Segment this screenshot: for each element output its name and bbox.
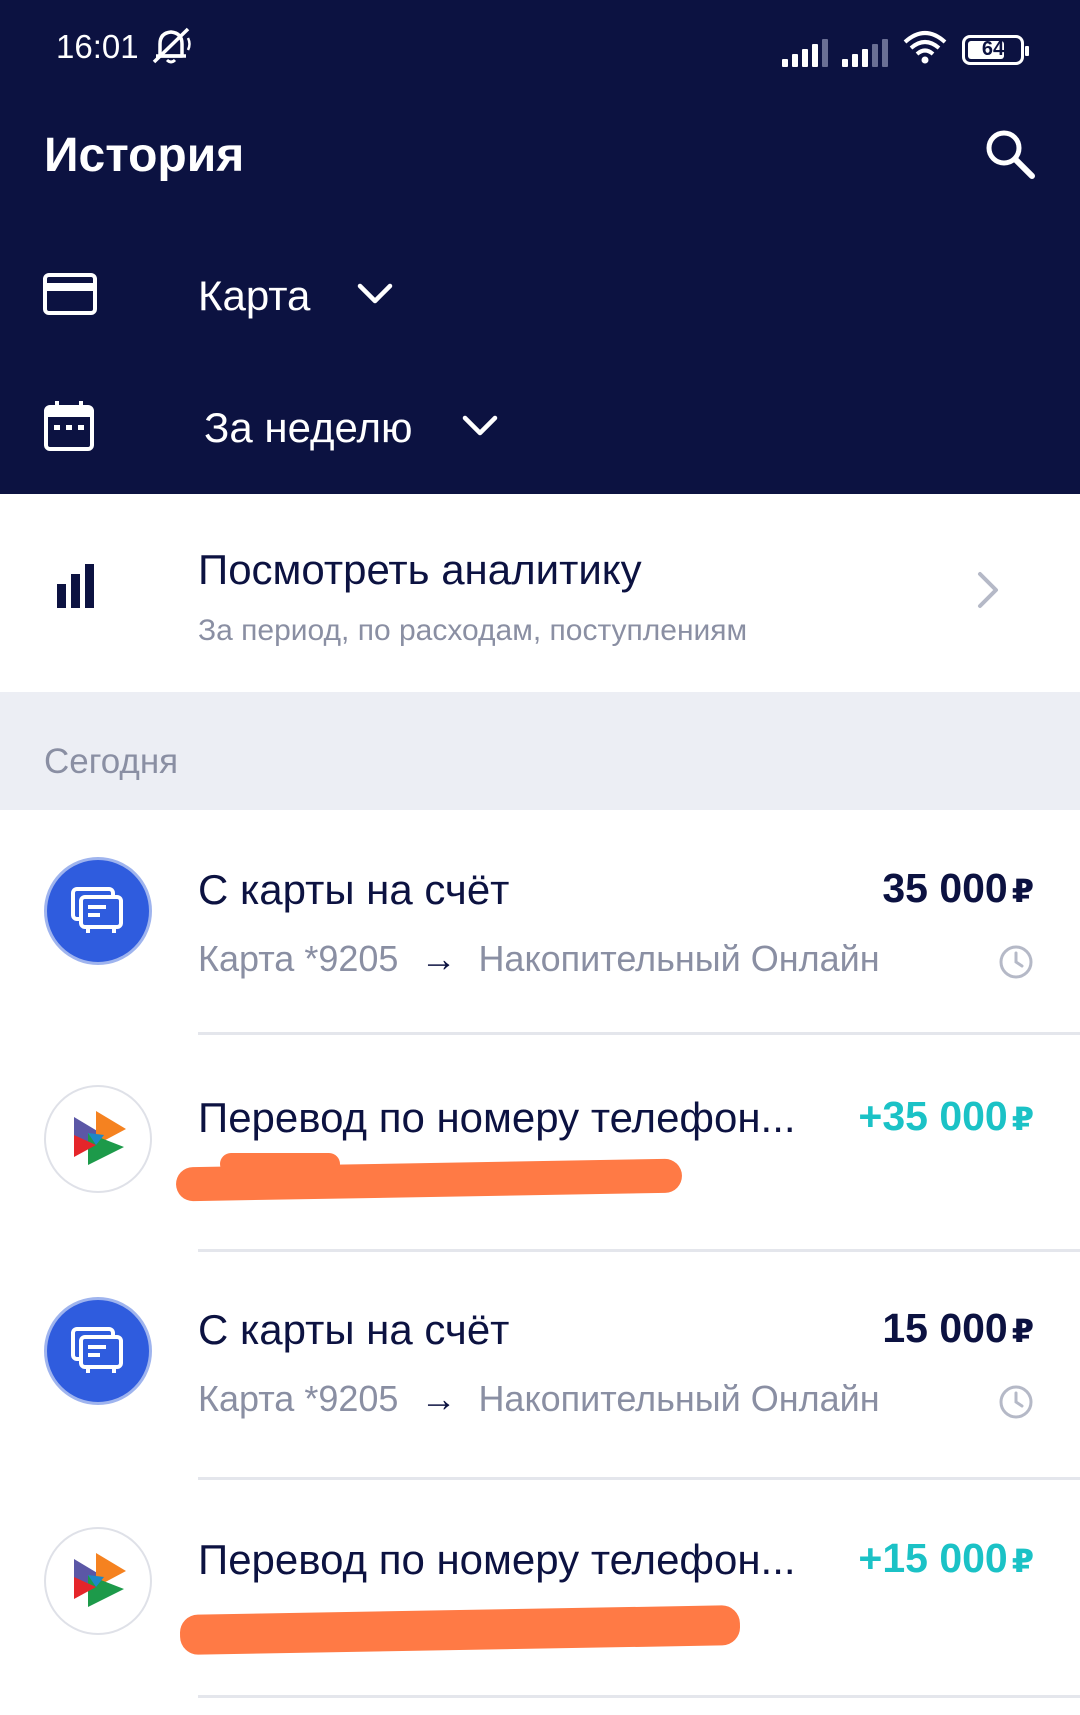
battery-level: 64: [981, 38, 1005, 60]
transaction-item[interactable]: Перевод по номеру телефон... +35 000 ₽: [0, 1035, 1080, 1260]
chevron-down-icon: [461, 414, 499, 443]
search-icon: [986, 130, 1035, 179]
transaction-amount: 35 000 ₽: [882, 865, 1034, 911]
clock-icon: [998, 1384, 1034, 1425]
transaction-amount: 15 000 ₽: [882, 1305, 1034, 1351]
transaction-from: Карта *9205: [198, 1378, 399, 1419]
analytics-subtitle: За период, по расходам, поступлениям: [198, 614, 748, 647]
page-title: История: [44, 129, 245, 182]
transaction-from: Карта *9205: [198, 938, 399, 979]
period-filter-label: За неделю: [204, 404, 413, 451]
calendar-icon: [42, 399, 96, 458]
card-filter-label: Карта: [198, 272, 311, 319]
wifi-icon: [902, 30, 948, 69]
card-filter[interactable]: Карта: [0, 256, 1080, 336]
transaction-item[interactable]: Перевод по номеру телефон... +15 000 ₽: [0, 1480, 1080, 1705]
transaction-item[interactable]: С карты на счёт 15 000 ₽ Карта *9205 → На…: [0, 1250, 1080, 1480]
period-filter[interactable]: За неделю: [0, 388, 1080, 468]
transaction-route: Карта *9205 → Накопительный Онлайн: [198, 938, 880, 980]
section-label: Сегодня: [44, 742, 179, 781]
divider: [198, 1695, 1080, 1698]
transfer-icon: [44, 1297, 152, 1405]
status-icons: 64: [782, 30, 1029, 69]
transaction-title: С карты на счёт: [198, 1306, 510, 1353]
transaction-amount: +35 000 ₽: [858, 1093, 1034, 1139]
transfer-icon: [44, 857, 152, 965]
analytics-title: Посмотреть аналитику: [198, 546, 642, 593]
transaction-to: Накопительный Онлайн: [478, 938, 880, 979]
mute-icon: [150, 26, 196, 71]
arrow-right-icon: →: [420, 1378, 457, 1419]
signal-icon: [782, 33, 828, 67]
bar-chart-icon: [56, 562, 96, 615]
transaction-item[interactable]: С карты на счёт 35 000 ₽ Карта *9205 → На…: [0, 810, 1080, 1035]
chevron-down-icon: [356, 282, 394, 311]
arrow-right-icon: →: [420, 938, 457, 979]
sbp-logo-icon: [44, 1527, 152, 1635]
sbp-logo-icon: [44, 1085, 152, 1193]
credit-card-icon: [42, 272, 98, 321]
status-time: 16:01: [56, 28, 139, 65]
header: 16:01 64 История Карта За неделю: [0, 0, 1080, 494]
redaction-mark: [220, 1153, 340, 1175]
search-button[interactable]: [980, 124, 1040, 184]
chevron-right-icon: [976, 570, 1000, 615]
transaction-amount: +15 000 ₽: [858, 1535, 1034, 1581]
analytics-row[interactable]: Посмотреть аналитику За период, по расхо…: [0, 494, 1080, 692]
battery-icon: 64: [962, 34, 1029, 65]
redaction-mark: [179, 1605, 741, 1655]
signal-icon: [842, 33, 888, 67]
transaction-route: Карта *9205 → Накопительный Онлайн: [198, 1378, 880, 1420]
transaction-to: Накопительный Онлайн: [478, 1378, 880, 1419]
clock-icon: [998, 944, 1034, 985]
section-header-today: Сегодня: [0, 692, 1080, 810]
transaction-title: Перевод по номеру телефон...: [198, 1536, 796, 1583]
transaction-title: С карты на счёт: [198, 866, 510, 913]
transaction-title: Перевод по номеру телефон...: [198, 1094, 796, 1141]
